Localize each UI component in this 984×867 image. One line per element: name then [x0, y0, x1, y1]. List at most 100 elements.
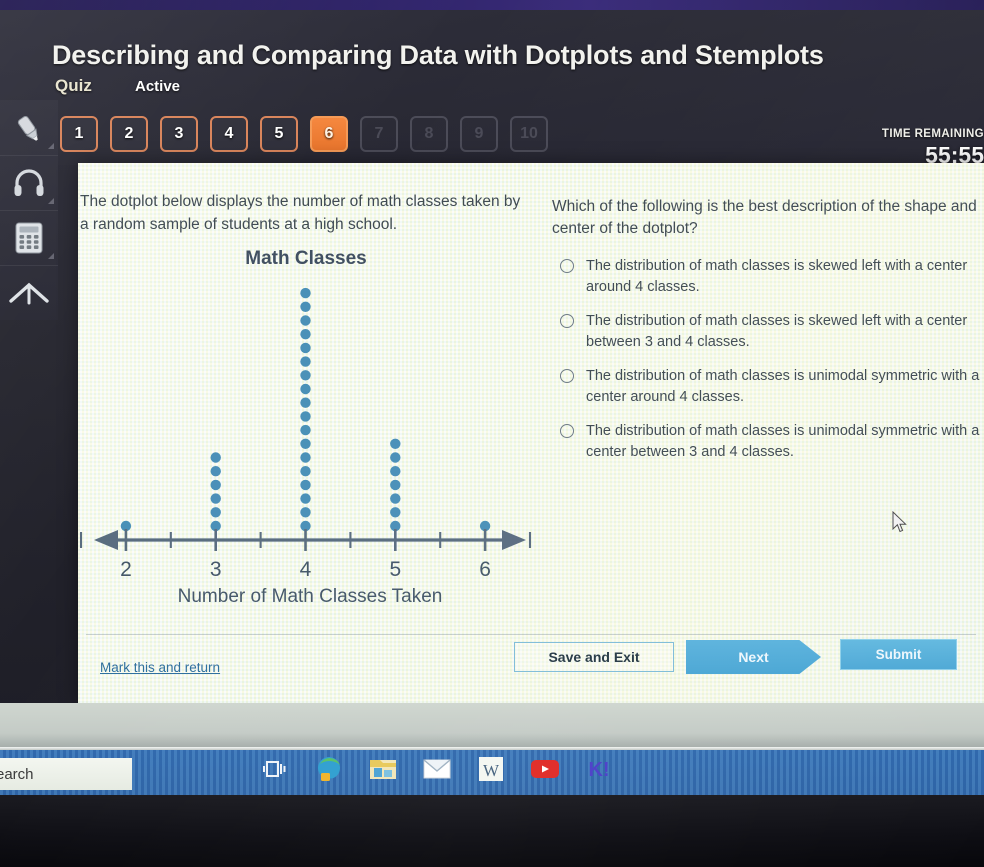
dotplot-dot [210, 493, 221, 504]
calculator-icon [15, 222, 43, 253]
option-row-3[interactable]: The distribution of math classes is unim… [552, 366, 984, 408]
option-row-2[interactable]: The distribution of math classes is skew… [552, 311, 984, 353]
question-prompt: Which of the following is the best descr… [552, 198, 977, 237]
rail-item-highlighter[interactable] [0, 100, 58, 155]
chart-x-axis-label: Number of Math Classes Taken [178, 586, 443, 607]
option-row-4[interactable]: The distribution of math classes is unim… [552, 421, 984, 463]
rail-item-audio[interactable] [0, 155, 58, 210]
monitor-bottom-bezel: ▾▾ [0, 795, 984, 867]
headphones-icon [14, 168, 44, 196]
pager-button-1[interactable]: 1 [60, 116, 98, 152]
rail-corner-marker [48, 198, 54, 204]
question-stem: The dotplot below displays the number of… [80, 193, 521, 233]
dotplot-dot [390, 452, 401, 463]
dotplot-dot [390, 507, 401, 518]
svg-text:K!: K! [588, 759, 609, 781]
question-pager: 1 2 3 4 5 6 7 8 9 10 [60, 116, 548, 152]
option-label-1: The distribution of math classes is skew… [586, 258, 968, 295]
dotplot-dot [300, 493, 311, 504]
rail-item-collapse[interactable] [0, 265, 58, 320]
option-label-2: The distribution of math classes is skew… [586, 313, 968, 350]
dotplot-dot [300, 287, 311, 299]
rail-corner-marker [48, 143, 54, 149]
svg-text:W: W [483, 761, 500, 780]
dotplot-dot [300, 479, 311, 491]
dotplot-dot [300, 397, 311, 408]
dotplot-dots [120, 287, 491, 532]
mark-this-and-return-link[interactable]: Mark this and return [100, 660, 220, 675]
dotplot-axis [80, 529, 532, 551]
dotplot-dot [210, 452, 221, 463]
chart-title: Math Classes [245, 248, 367, 269]
pager-button-2[interactable]: 2 [110, 116, 148, 152]
dotplot-dot [300, 411, 311, 422]
submit-button[interactable]: Submit [840, 639, 957, 670]
dotplot-dot [300, 301, 311, 312]
dotplot-dot [300, 424, 311, 436]
quiz-kind-label: Quiz [55, 76, 92, 95]
page-title: Describing and Comparing Data with Dotpl… [52, 40, 824, 70]
pager-button-4[interactable]: 4 [210, 116, 248, 152]
svg-text:4: 4 [300, 558, 312, 581]
radio-button-4[interactable] [560, 424, 574, 438]
radio-button-1[interactable] [560, 259, 574, 273]
dotplot-dot [390, 479, 401, 491]
option-row-1[interactable]: The distribution of math classes is skew… [552, 256, 984, 298]
mouse-cursor [892, 511, 907, 533]
pager-button-8: 8 [410, 116, 448, 152]
dotplot-dot [300, 438, 311, 449]
quiz-state-label: Active [135, 78, 181, 95]
footer-divider [86, 634, 976, 635]
taskbar-search-text: earch [0, 765, 34, 783]
dotplot-dot [300, 315, 311, 326]
pager-button-9: 9 [460, 116, 498, 152]
dotplot-dot [390, 438, 401, 449]
dotplot-dot [210, 479, 221, 491]
radio-button-3[interactable] [560, 369, 574, 383]
dotplot-dot [300, 370, 311, 381]
svg-text:2: 2 [120, 558, 132, 581]
dotplot-dot [300, 342, 311, 354]
screen-photo: Describing and Comparing Data with Dotpl… [0, 0, 984, 867]
task-view-icon[interactable] [258, 752, 292, 786]
tool-rail [0, 100, 58, 320]
rail-corner-marker [48, 253, 54, 259]
dotplot-dot [390, 493, 401, 504]
dotplot-dot [300, 329, 311, 340]
collapse-up-icon [9, 282, 49, 304]
pager-button-3[interactable]: 3 [160, 116, 198, 152]
svg-text:3: 3 [210, 558, 222, 581]
dotplot-dot [300, 507, 311, 518]
dotplot-dot [300, 466, 311, 477]
pager-button-6-current[interactable]: 6 [310, 116, 348, 152]
option-label-3: The distribution of math classes is unim… [586, 368, 980, 405]
youtube-icon[interactable] [528, 752, 562, 786]
dotplot-dot [390, 466, 401, 477]
kahoot-icon[interactable]: K! [582, 752, 616, 786]
dotplot-x-tick-labels: 2 3 4 5 6 [120, 558, 491, 581]
radio-button-2[interactable] [560, 314, 574, 328]
dotplot-dot [300, 356, 311, 367]
dotplot-dot [300, 383, 311, 395]
taskbar-icon-group: W K! [258, 752, 616, 786]
edge-browser-icon[interactable] [312, 752, 346, 786]
mail-icon[interactable] [420, 752, 454, 786]
answer-panel: Which of the following is the best descr… [552, 196, 984, 476]
dotplot-dot [210, 466, 221, 477]
dotplot-chart: 2 3 4 5 6 Number of Math Classes Taken [80, 287, 532, 607]
file-explorer-icon[interactable] [366, 752, 400, 786]
desktop-background [0, 703, 984, 753]
option-label-4: The distribution of math classes is unim… [586, 423, 980, 460]
quiz-header: Describing and Comparing Data with Dotpl… [0, 10, 984, 168]
dotplot-dot [210, 507, 221, 518]
pager-button-5[interactable]: 5 [260, 116, 298, 152]
svg-text:5: 5 [389, 558, 401, 581]
timer-label: TIME REMAINING [881, 128, 984, 140]
word-icon[interactable]: W [474, 752, 508, 786]
taskbar-search-box[interactable]: earch [0, 758, 132, 790]
dotplot-dot [300, 452, 311, 463]
pager-button-10: 10 [510, 116, 548, 152]
next-button[interactable]: Next [686, 640, 821, 674]
rail-item-calculator[interactable] [0, 210, 58, 265]
save-and-exit-button[interactable]: Save and Exit [514, 642, 674, 672]
